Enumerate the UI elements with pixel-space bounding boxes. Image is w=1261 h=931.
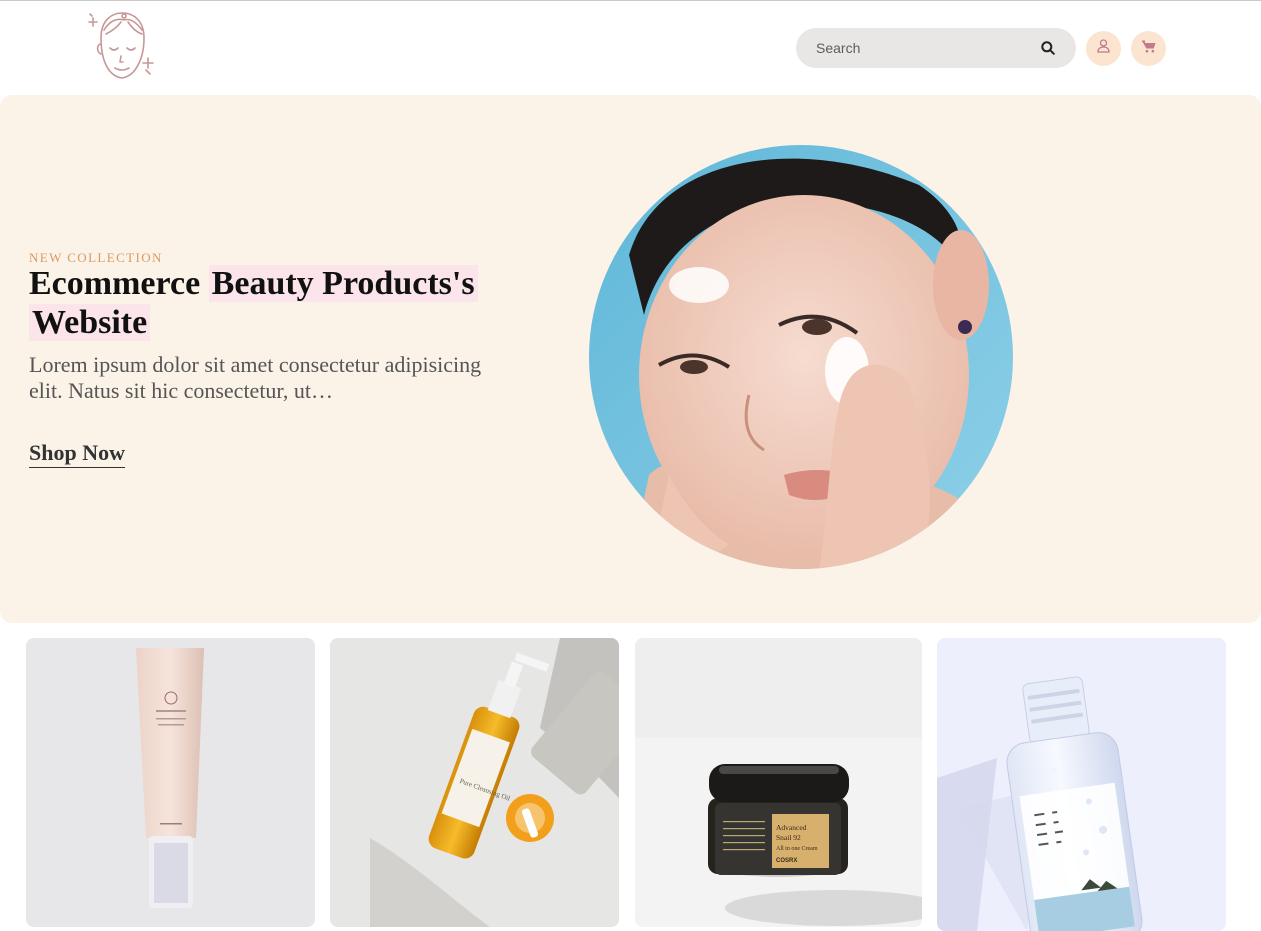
hero-model-photo <box>589 145 1013 569</box>
snail-label-brand: COSRX <box>776 858 797 864</box>
face-skincare-logo-icon[interactable] <box>84 8 158 84</box>
snail-label-line-3: All in one Cream <box>776 846 818 852</box>
hero-title-highlight: Website <box>29 304 151 341</box>
user-icon <box>1097 39 1110 58</box>
hero-title-plain: Ecommerce <box>29 265 201 302</box>
hero-title-highlight: Beauty Products's <box>208 265 478 302</box>
top-rule <box>0 0 1261 1</box>
product-card[interactable]: Advanced Snail 92 All in one Cream COSRX <box>635 638 922 927</box>
snail-label-line-2: Snail 92 <box>776 833 801 842</box>
product-card[interactable] <box>937 638 1226 931</box>
account-button[interactable] <box>1086 31 1121 66</box>
shop-now-link[interactable]: Shop Now <box>29 440 125 468</box>
cart-icon <box>1141 40 1156 58</box>
manyo-pure-cleansing-oil-bottle: Pure Cleansing Oil <box>330 638 619 927</box>
snail-label-line-1: Advanced <box>776 823 807 832</box>
hero-title: Ecommerce Beauty Products's Website <box>29 264 529 342</box>
search-bar <box>796 28 1076 68</box>
cosrx-advanced-snail-92-cream-jar: Advanced Snail 92 All in one Cream COSRX <box>635 638 922 927</box>
search-input[interactable] <box>816 40 1016 56</box>
product-card[interactable]: Pure Cleansing Oil <box>330 638 619 927</box>
cart-button[interactable] <box>1131 31 1166 66</box>
hero-description: Lorem ipsum dolor sit amet consectetur a… <box>29 352 482 403</box>
search-icon[interactable] <box>1040 40 1056 56</box>
round-lab-toner-bottle <box>937 638 1226 931</box>
product-card[interactable] <box>26 638 315 927</box>
beauty-of-joseon-sunscreen-tube <box>26 638 315 927</box>
